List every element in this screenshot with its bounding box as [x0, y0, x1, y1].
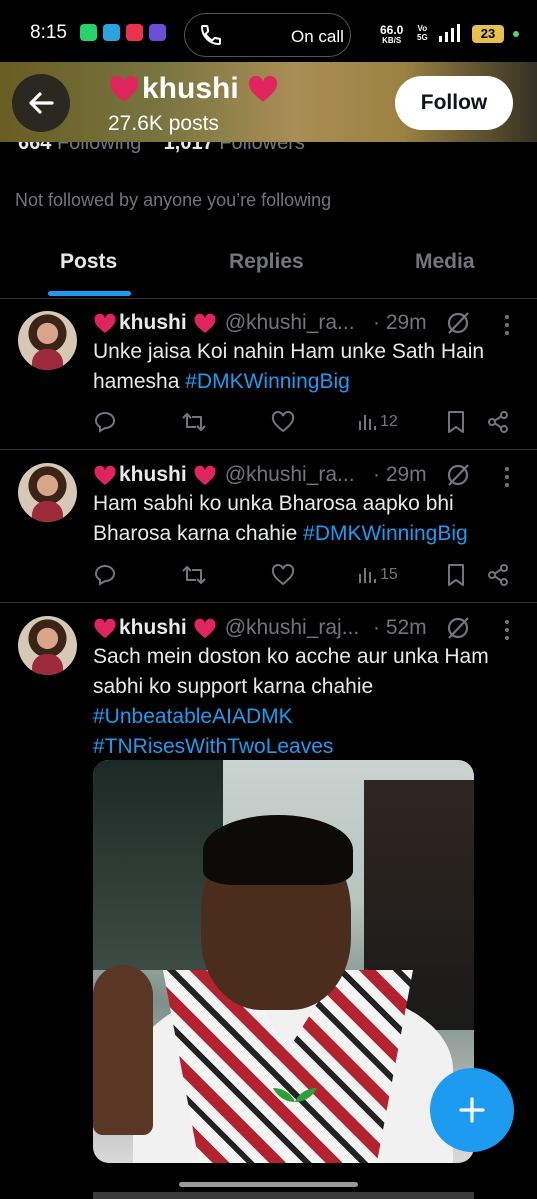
grok-icon[interactable]	[445, 462, 471, 488]
post-author-name-text: khushi	[119, 616, 187, 639]
post-author-name[interactable]: khushi	[93, 463, 217, 487]
network-speed: 66.0 KB/S	[380, 24, 403, 46]
image-person-hair	[203, 815, 353, 885]
post-actions: 15	[93, 563, 523, 589]
post-author-name-text: khushi	[119, 311, 187, 334]
not-followed-note: Not followed by anyone you’re following	[15, 190, 332, 210]
post-text: Sach mein doston ko acche aur unka Ham s…	[93, 642, 523, 762]
post-media-image[interactable]	[93, 760, 474, 1163]
heart-emoji-icon	[94, 465, 116, 485]
privacy-dot-icon	[513, 31, 519, 37]
post-handle[interactable]: @khushi_ra...	[225, 463, 355, 487]
tab-media[interactable]: Media	[415, 250, 475, 274]
image-hand	[93, 965, 153, 1135]
post-author-name[interactable]: khushi	[93, 311, 217, 335]
post-text-body: Sach mein doston ko acche aur unka Ham s…	[93, 645, 489, 698]
signal-icon	[439, 24, 460, 42]
tab-posts[interactable]: Posts	[60, 250, 117, 274]
app-notification-icon	[149, 24, 166, 41]
bookmark-icon[interactable]	[446, 410, 466, 434]
heart-emoji-icon	[194, 313, 216, 333]
heart-emoji-icon	[194, 465, 216, 485]
views-count[interactable]: 15	[357, 563, 398, 587]
five-g-label: 5G	[417, 33, 428, 42]
volte-5g-indicator: Vo 5G	[417, 24, 428, 42]
post-author-name-text: khushi	[119, 463, 187, 486]
status-time: 8:15	[30, 22, 67, 43]
post-actions: 12	[93, 410, 523, 436]
avatar[interactable]	[18, 311, 77, 370]
reply-icon[interactable]	[93, 410, 117, 434]
network-speed-value: 66.0	[380, 23, 404, 37]
post-item[interactable]: khushi @khushi_ra... · 29m Ham sabhi ko …	[0, 450, 537, 603]
repost-icon[interactable]	[181, 563, 207, 587]
active-tab-indicator	[48, 291, 131, 296]
arrow-left-icon	[29, 92, 54, 114]
avatar[interactable]	[18, 616, 77, 675]
views-count-text: 12	[380, 413, 398, 430]
heart-emoji-icon	[194, 618, 216, 638]
more-icon[interactable]	[504, 466, 510, 488]
heart-emoji-icon	[94, 618, 116, 638]
battery-indicator: 23	[472, 25, 504, 43]
heart-emoji-icon	[109, 75, 139, 102]
views-count[interactable]: 12	[357, 410, 398, 434]
two-leaves-icon	[273, 1088, 317, 1102]
post-hashtag[interactable]: #DMKWinningBig	[303, 522, 468, 545]
compose-button[interactable]	[430, 1068, 514, 1152]
profile-header: khushi 27.6K posts Follow	[0, 62, 537, 142]
like-icon[interactable]	[271, 410, 295, 434]
volte-label: Vo	[417, 24, 428, 33]
profile-tabs: Posts Replies Media	[0, 236, 537, 299]
reply-icon[interactable]	[93, 563, 117, 587]
compose-plus-icon	[459, 1097, 485, 1123]
status-bar: 8:15 On call 66.0 KB/S Vo 5G 23	[0, 0, 537, 62]
home-indicator[interactable]	[179, 1182, 358, 1187]
avatar[interactable]	[18, 463, 77, 522]
call-status-text: On call	[291, 27, 344, 46]
post-item[interactable]: khushi @khushi_ra... · 29m Unke jaisa Ko…	[0, 298, 537, 450]
tab-replies[interactable]: Replies	[229, 250, 304, 274]
follow-button[interactable]: Follow	[395, 76, 513, 130]
telegram-icon	[103, 24, 120, 41]
views-icon	[359, 568, 376, 583]
back-button[interactable]	[12, 74, 70, 132]
grok-icon[interactable]	[445, 310, 471, 336]
more-icon[interactable]	[504, 314, 510, 336]
heart-emoji-icon	[248, 75, 277, 102]
more-icon[interactable]	[504, 619, 510, 641]
profile-name: khushi	[108, 72, 279, 106]
app-notification-icon	[126, 24, 143, 41]
grok-icon[interactable]	[445, 615, 471, 641]
post-author-name[interactable]: khushi	[93, 616, 217, 640]
like-icon[interactable]	[271, 563, 295, 587]
bookmark-icon[interactable]	[446, 563, 466, 587]
post-time[interactable]: · 29m	[373, 311, 427, 335]
profile-post-count: 27.6K posts	[108, 112, 219, 135]
share-icon[interactable]	[486, 410, 510, 434]
post-hashtag[interactable]: #UnbeatableAIADMK	[93, 705, 293, 728]
heart-emoji-icon	[94, 313, 116, 333]
views-count-text: 15	[380, 566, 398, 583]
post-handle[interactable]: @khushi_raj...	[225, 616, 360, 640]
call-indicator[interactable]: On call	[184, 13, 351, 57]
repost-icon[interactable]	[181, 410, 207, 434]
post-time[interactable]: · 52m	[373, 616, 427, 640]
post-text: Unke jaisa Koi nahin Ham unke Sath Hain …	[93, 337, 523, 397]
post-time[interactable]: · 29m	[373, 463, 427, 487]
views-icon	[359, 415, 376, 430]
next-media-preview	[93, 1192, 474, 1199]
share-icon[interactable]	[486, 563, 510, 587]
post-text: Ham sabhi ko unka Bharosa aapko bhi Bhar…	[93, 489, 523, 549]
post-hashtag[interactable]: #DMKWinningBig	[185, 370, 350, 393]
phone-icon	[200, 25, 221, 46]
profile-name-text: khushi	[142, 72, 239, 105]
status-app-icons	[80, 24, 166, 41]
network-speed-unit: KB/S	[382, 36, 402, 45]
whatsapp-icon	[80, 24, 97, 41]
post-hashtag[interactable]: #TNRisesWithTwoLeaves	[93, 735, 333, 758]
post-handle[interactable]: @khushi_ra...	[225, 311, 355, 335]
